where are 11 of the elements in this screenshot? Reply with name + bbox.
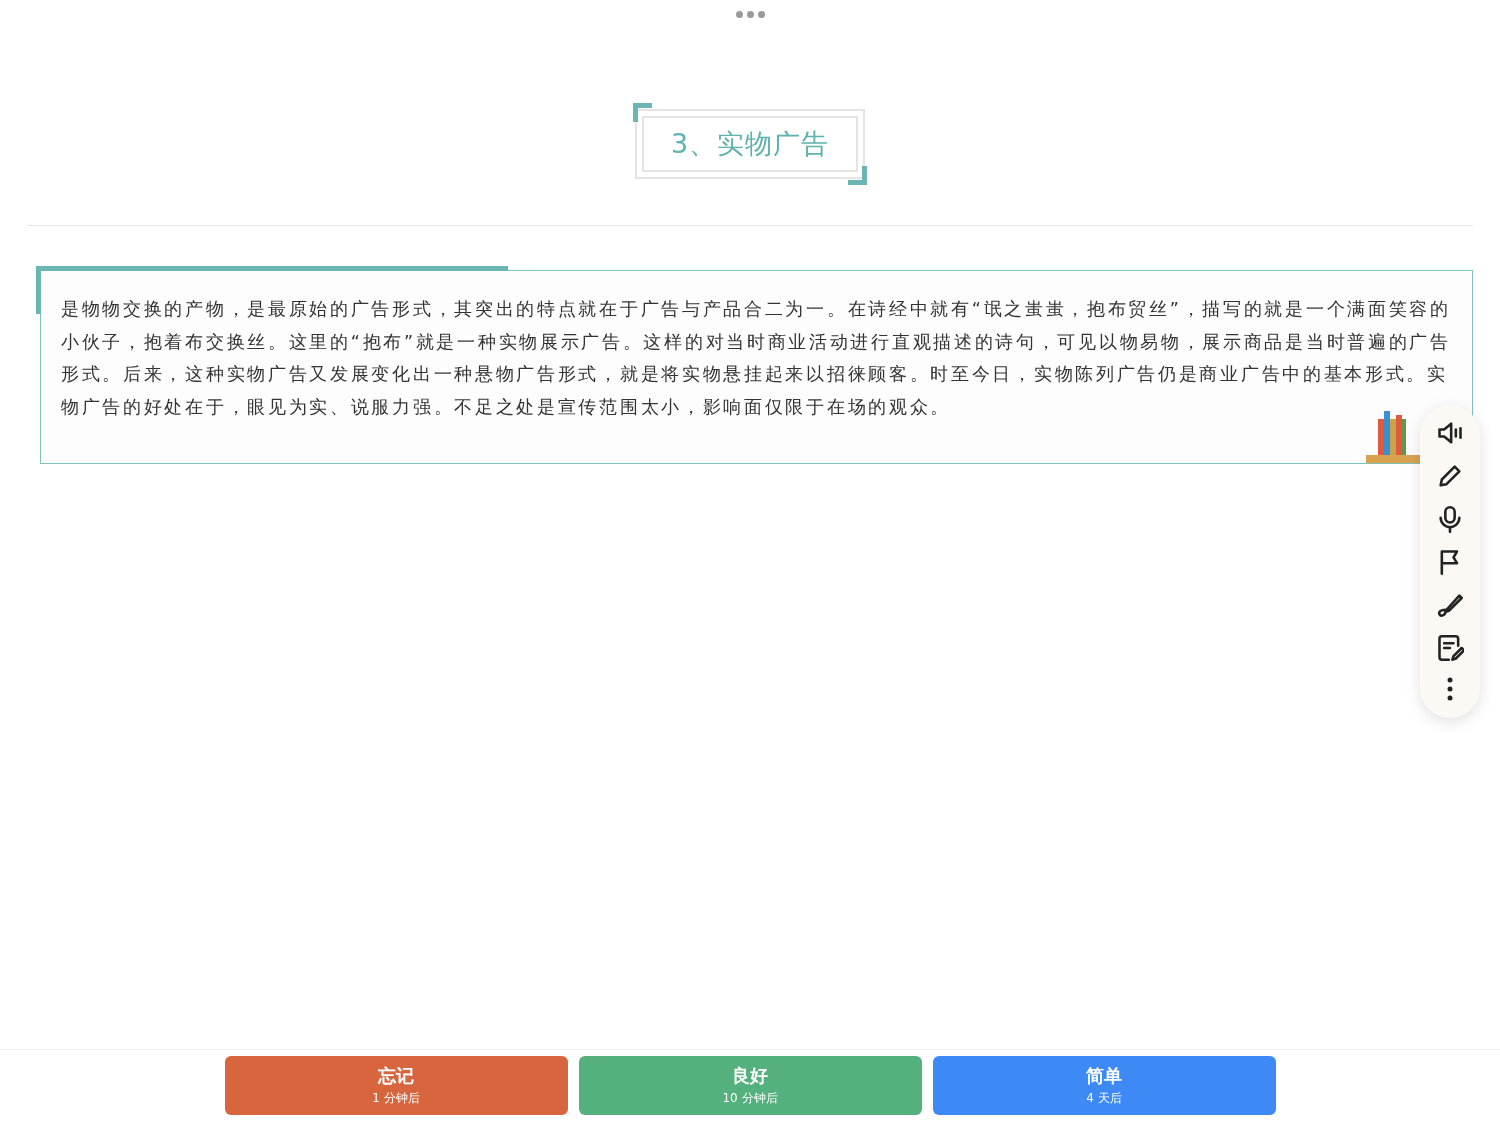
- answer-button[interactable]: 简单 4 天后: [932, 1056, 1276, 1115]
- paragraph-text: 是物物交换的产物，是最原始的广告形式，其突出的特点就在于广告与产品合二为一。在诗经中就有“氓之蚩蚩，抱布贸丝”，描写的就是一个满面笑容的小伙子，抱着布交换丝。这里的“抱布”就是一种实物展示广告。这样的对当时商业活动进行直观描述的诗句，可见以物易物，展示商品是当时普遍的广告形式。后来，这种实物广告又发展变化出一种悬物广告形式，就是将实物悬挂起来以招徕顾客。时至今日，实物陈列广告仍是商业广告中的基本形式。实物广告的好处在于，眼见为实、说服力强。不足之处是宣传范围太小，影响面仅限于在场的观众。: [61, 298, 1452, 419]
- section-title: 3、实物广告: [641, 116, 859, 172]
- bookshelf-icon: [1366, 411, 1422, 465]
- note-edit-icon[interactable]: [1436, 634, 1464, 662]
- pencil-icon[interactable]: [1436, 462, 1464, 490]
- pen-scribble-icon[interactable]: [1436, 591, 1464, 619]
- more-dots-icon[interactable]: [735, 11, 765, 18]
- more-vertical-icon[interactable]: [1447, 677, 1453, 701]
- answer-button[interactable]: 良好 10 分钟后: [578, 1056, 922, 1115]
- answer-button[interactable]: 忘记 1 分钟后: [224, 1056, 568, 1115]
